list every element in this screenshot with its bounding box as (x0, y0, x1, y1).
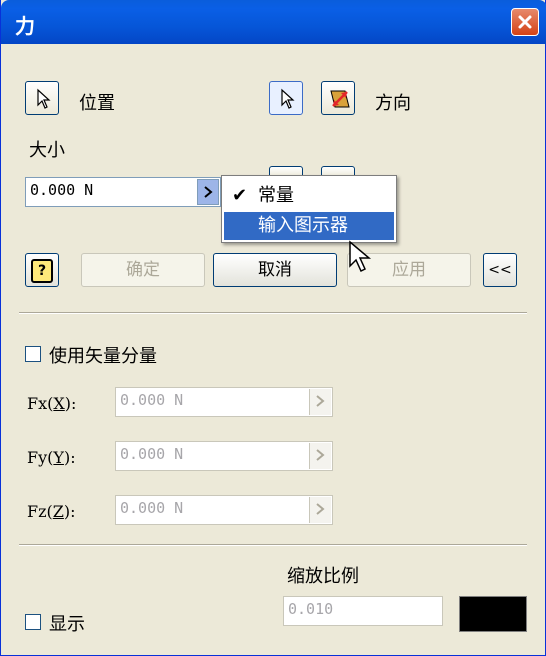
fx-label: Fx(X): (27, 394, 77, 413)
fz-key: Z (52, 502, 64, 521)
fy-value: 0.000 N (120, 445, 184, 463)
force-dialog: 力 位置 方向 大小 0.000 N ✔ 常量 输入图示器 ? 确定 取消 应用… (0, 0, 546, 656)
display-checkbox[interactable] (25, 614, 41, 630)
separator-top (19, 312, 527, 314)
cancel-button[interactable]: 取消 (213, 253, 337, 287)
fy-menu-button[interactable] (309, 443, 331, 469)
fy-label-text: Fy (27, 448, 48, 467)
menu-item-input-graphic[interactable]: 输入图示器 (224, 212, 394, 240)
fz-menu-button[interactable] (309, 497, 331, 523)
scale-value: 0.010 (288, 600, 334, 618)
position-label: 位置 (79, 93, 115, 114)
scale-label: 缩放比例 (287, 566, 359, 587)
collapse-button[interactable]: << (483, 253, 517, 287)
cursor-arrow-icon (37, 88, 51, 109)
chevron-right-icon (316, 503, 325, 515)
display-label: 显示 (49, 614, 85, 635)
window-title: 力 (15, 14, 35, 38)
vector-components-checkbox[interactable] (25, 346, 41, 362)
flip-direction-icon (330, 90, 350, 108)
magnitude-input[interactable]: 0.000 N (25, 177, 221, 207)
direction-select-button[interactable] (269, 81, 303, 115)
fx-menu-button[interactable] (309, 389, 331, 415)
help-icon: ? (31, 259, 53, 283)
fx-value: 0.000 N (120, 391, 184, 409)
mouse-pointer-icon (349, 240, 372, 273)
ok-button[interactable]: 确定 (81, 253, 205, 287)
fz-input[interactable]: 0.000 N (115, 495, 333, 525)
help-button[interactable]: ? (25, 253, 59, 287)
chevron-right-icon (316, 449, 325, 461)
menu-item-label: 常量 (258, 185, 294, 206)
fx-input[interactable]: 0.000 N (115, 387, 333, 417)
menu-item-constant[interactable]: ✔ 常量 (224, 182, 394, 210)
color-swatch[interactable] (459, 596, 527, 632)
close-button[interactable] (511, 8, 539, 36)
title-bar[interactable]: 力 (1, 0, 546, 44)
direction-label: 方向 (375, 93, 411, 114)
fy-label: Fy(Y): (27, 448, 76, 467)
scale-input[interactable]: 0.010 (283, 596, 443, 626)
chevron-right-icon (316, 395, 325, 407)
magnitude-value: 0.000 N (30, 181, 94, 199)
menu-item-label: 输入图示器 (258, 215, 348, 236)
fx-key: X (53, 394, 65, 413)
magnitude-dropdown-menu: ✔ 常量 输入图示器 (221, 175, 397, 243)
vector-components-label: 使用矢量分量 (49, 346, 157, 367)
fx-label-text: Fx (27, 394, 48, 413)
fz-label-text: Fz (27, 502, 47, 521)
close-icon (518, 15, 532, 29)
fy-input[interactable]: 0.000 N (115, 441, 333, 471)
checkmark-icon: ✔ (232, 185, 248, 206)
position-select-button[interactable] (25, 81, 59, 115)
fz-value: 0.000 N (120, 499, 184, 517)
fy-key: Y (53, 448, 64, 467)
magnitude-menu-button[interactable] (197, 179, 219, 205)
fz-label: Fz(Z): (27, 502, 76, 521)
separator-bottom (19, 544, 527, 546)
cursor-arrow-icon (281, 88, 295, 109)
magnitude-label: 大小 (29, 140, 65, 161)
flip-direction-button[interactable] (321, 81, 355, 115)
chevron-right-icon (204, 186, 213, 198)
